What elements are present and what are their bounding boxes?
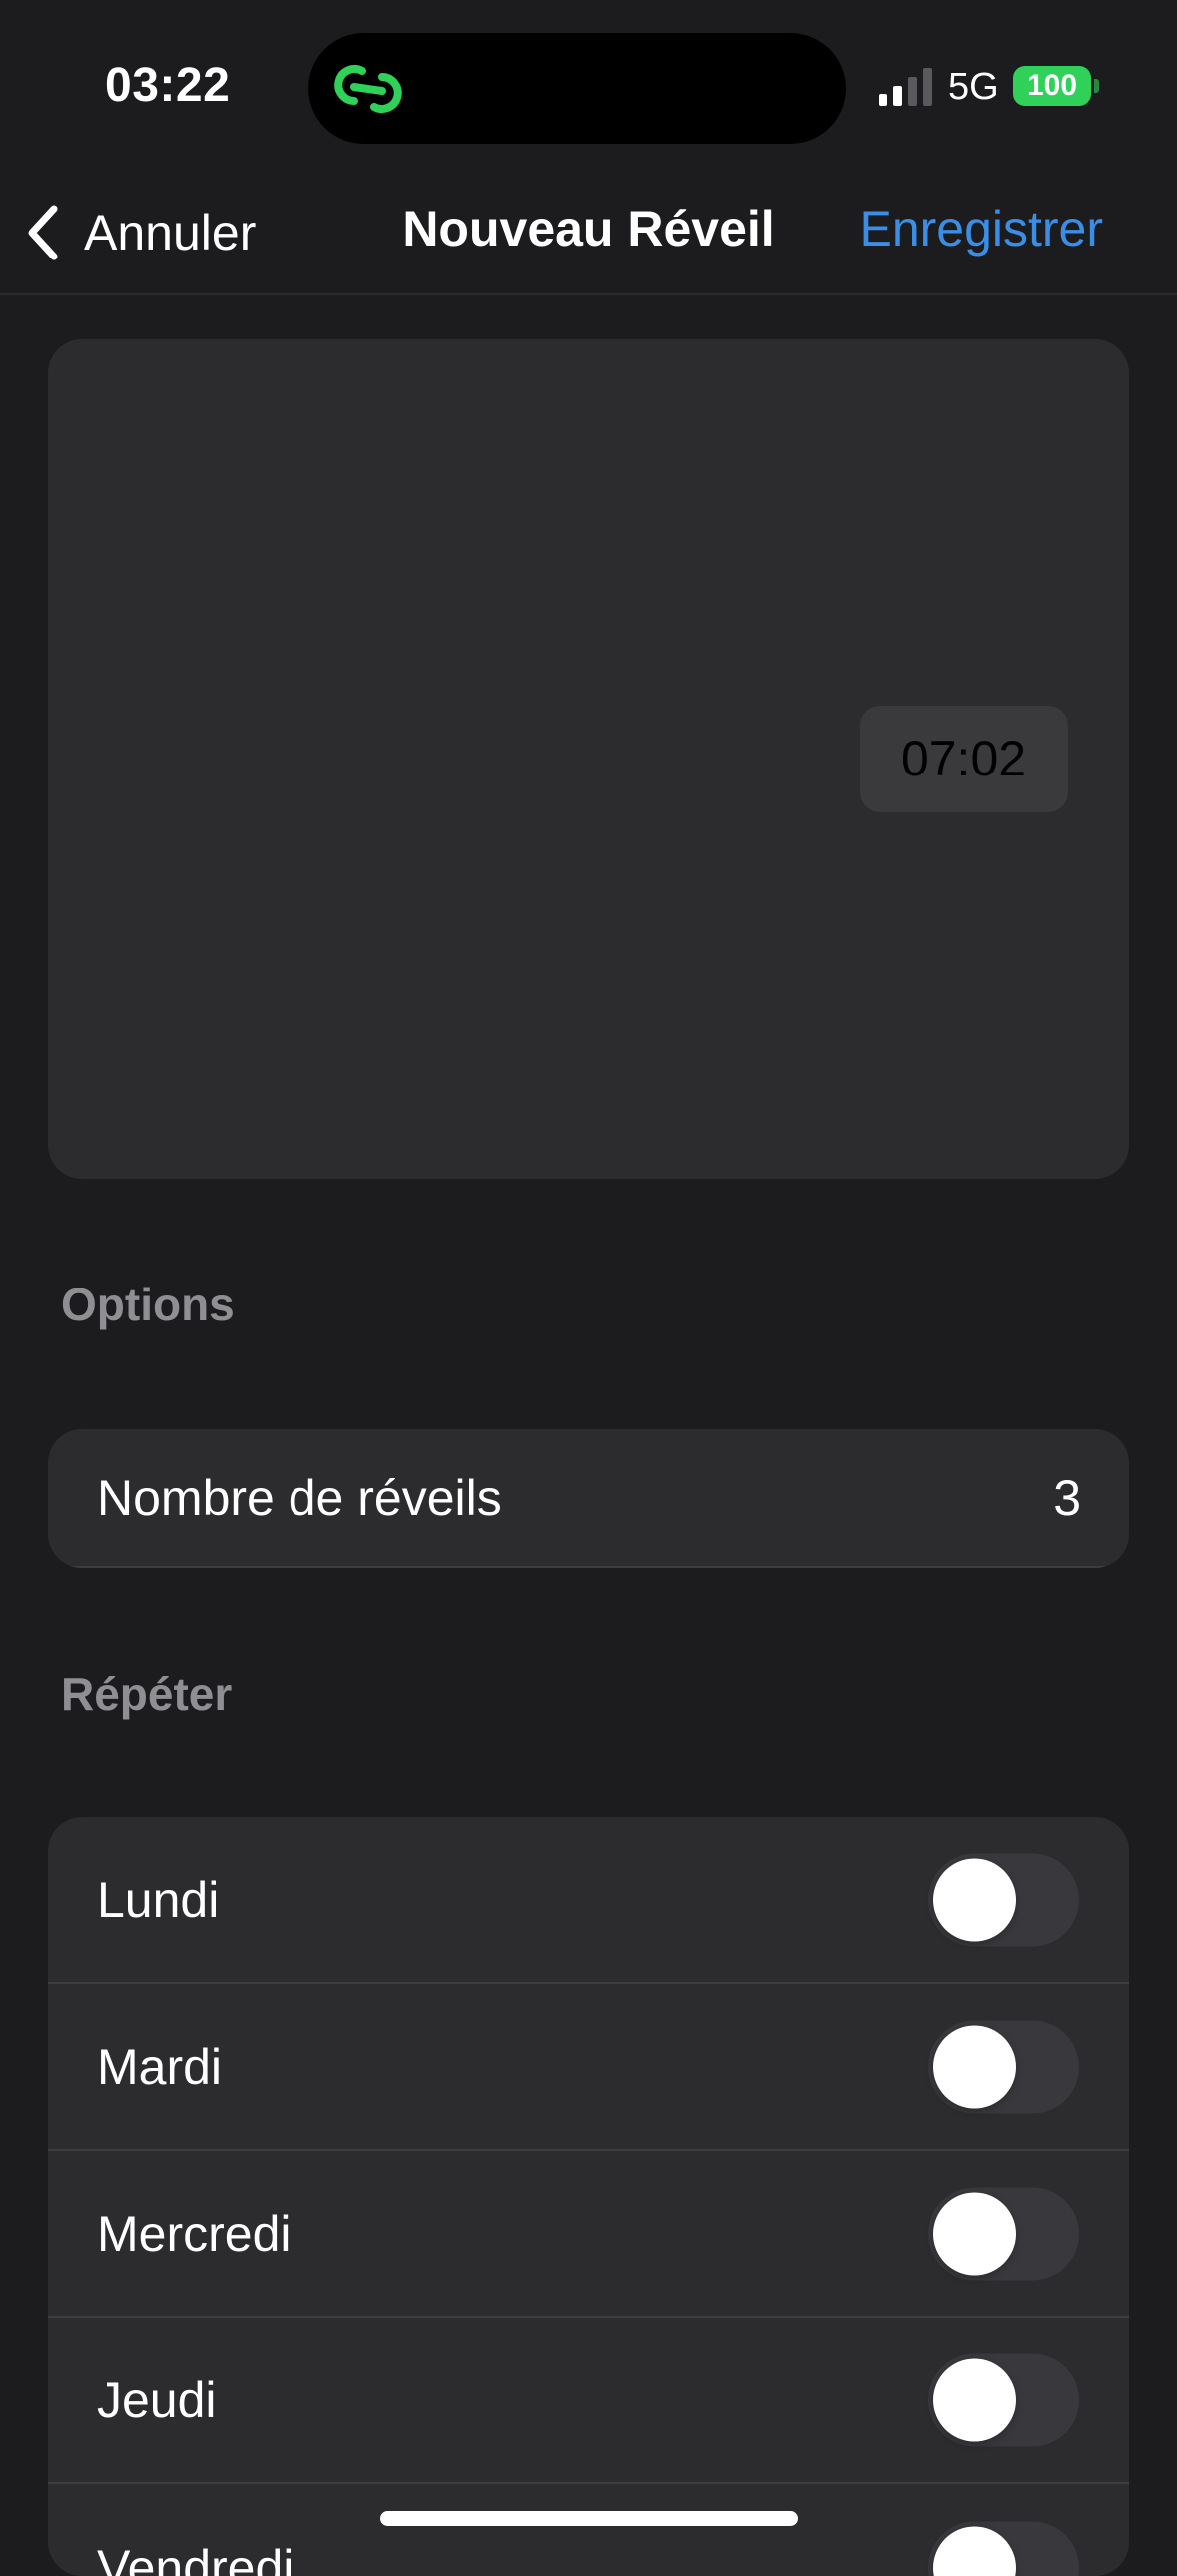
alarm-count-row[interactable]: Nombre de réveils 3 <box>48 1429 1129 1568</box>
day-label: Lundi <box>97 1871 219 1929</box>
chevron-left-icon <box>22 203 62 262</box>
day-row-lundi: Lundi <box>48 1817 1129 1984</box>
alarm-count-value: 3 <box>1053 1469 1081 1527</box>
day-toggle-lundi[interactable] <box>928 1853 1079 1946</box>
cancel-button[interactable]: Annuler <box>22 198 256 267</box>
cellular-signal-icon <box>879 68 936 106</box>
toggle-knob <box>933 2526 1016 2576</box>
status-time: 03:22 <box>105 58 230 113</box>
status-bar: 03:22 5G 100 <box>0 0 1177 170</box>
options-card: Nombre de réveils 3 <box>48 1429 1129 1568</box>
day-row-vendredi: Vendredi <box>48 2484 1129 2576</box>
day-label: Jeudi <box>97 2371 217 2429</box>
network-type: 5G <box>948 66 999 109</box>
day-label: Mardi <box>97 2038 222 2096</box>
toggle-knob <box>933 2358 1016 2441</box>
time-picker-value[interactable]: 07:02 <box>860 706 1068 812</box>
day-label: Vendredi <box>97 2539 294 2576</box>
alarm-count-label: Nombre de réveils <box>97 1469 502 1527</box>
day-row-mardi: Mardi <box>48 1984 1129 2151</box>
day-toggle-vendredi[interactable] <box>928 2521 1079 2576</box>
dynamic-island <box>308 33 846 144</box>
toggle-knob <box>933 2192 1016 2275</box>
toggle-knob <box>933 2025 1016 2108</box>
navigation-bar: Annuler Nouveau Réveil Enregistrer <box>0 170 1177 295</box>
repeat-card: Lundi Mardi Mercredi Jeudi Vendredi <box>48 1817 1129 2576</box>
day-row-jeudi: Jeudi <box>48 2318 1129 2484</box>
day-toggle-mardi[interactable] <box>928 2020 1079 2113</box>
day-toggle-mercredi[interactable] <box>928 2187 1079 2280</box>
home-indicator[interactable] <box>380 2511 798 2526</box>
day-toggle-jeudi[interactable] <box>928 2353 1079 2446</box>
cancel-label: Annuler <box>84 204 256 261</box>
options-section-header: Options <box>61 1278 235 1331</box>
link-chain-icon <box>332 57 404 121</box>
day-row-mercredi: Mercredi <box>48 2151 1129 2318</box>
repeat-section-header: Répéter <box>61 1667 232 1721</box>
battery-nub <box>1094 79 1099 93</box>
time-picker-card: 07:02 <box>48 339 1129 1179</box>
save-button[interactable]: Enregistrer <box>859 200 1103 258</box>
toggle-knob <box>933 1858 1016 1941</box>
battery-indicator: 100 <box>1013 66 1091 106</box>
day-label: Mercredi <box>97 2205 291 2263</box>
